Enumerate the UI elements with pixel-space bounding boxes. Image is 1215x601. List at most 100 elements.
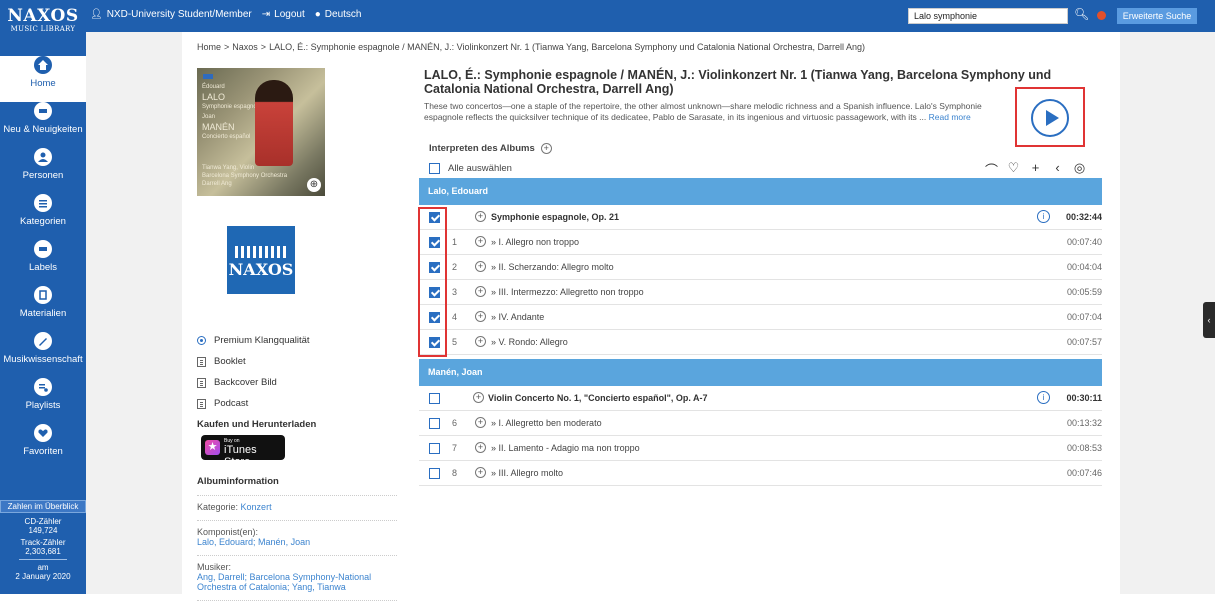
side-panel-toggle[interactable]: ‹ [1203, 302, 1215, 338]
expand-plus-icon[interactable]: + [473, 392, 484, 403]
stats-date-prefix: am [37, 563, 49, 572]
add-icon[interactable]: + [1029, 160, 1042, 179]
expand-plus-icon[interactable]: + [475, 442, 486, 453]
track-checkbox[interactable] [429, 443, 440, 454]
expand-plus-icon[interactable]: + [475, 211, 486, 222]
expand-plus-icon[interactable]: + [475, 236, 486, 247]
naxos-music-library-logo[interactable]: NAXOS MUSIC LIBRARY [0, 0, 86, 48]
expand-plus-icon[interactable]: + [475, 311, 486, 322]
track-row[interactable]: 7 + » II. Lamento - Adagio ma non troppo… [419, 436, 1102, 461]
track-checkbox[interactable] [429, 237, 440, 248]
buy-section-title: Kaufen und Herunterladen [197, 419, 317, 430]
zoom-icon[interactable]: ⊕ [307, 178, 321, 192]
cover-credits: Tianwa Yang, Violin Barcelona Symphony O… [202, 165, 288, 187]
person-icon [34, 148, 52, 166]
notification-badge[interactable] [1097, 11, 1106, 20]
sidebar-item-persons[interactable]: Personen [0, 148, 86, 194]
category-icon [34, 194, 52, 212]
track-row[interactable]: 6 + » I. Allegretto ben moderato 00:13:3… [419, 411, 1102, 436]
work-checkbox[interactable] [429, 393, 440, 404]
work-row[interactable]: + Violin Concerto No. 1, "Concierto espa… [419, 386, 1102, 411]
sidebar-item-musicology[interactable]: Musikwissenschaft [0, 332, 86, 378]
track-checkbox[interactable] [429, 418, 440, 429]
itunes-store-button[interactable]: ★ Buy on iTunes Store [201, 435, 285, 468]
heart-icon[interactable]: ♡ [1007, 160, 1020, 179]
user-label: NXD-University Student/Member [106, 9, 252, 20]
advanced-search-button[interactable]: Erweiterte Suche [1117, 8, 1197, 24]
composer-header[interactable]: Manén, Joan [419, 359, 1102, 386]
category-link[interactable]: Konzert [241, 502, 272, 512]
stats-divider [19, 559, 67, 560]
album-cover[interactable]: Édouard LALO Symphonie espagnole Joan MA… [197, 68, 325, 196]
composer-header[interactable]: Lalo, Edouard [419, 178, 1102, 205]
track-checkbox[interactable] [429, 468, 440, 479]
sidebar-item-categories[interactable]: Kategorien [0, 194, 86, 240]
track-checkbox[interactable] [429, 287, 440, 298]
album-info-category: Kategorie: Konzert [197, 496, 397, 521]
expand-plus-icon[interactable]: + [475, 286, 486, 297]
album-description: These two concertos—one a staple of the … [424, 101, 982, 122]
share-icon[interactable]: ‹ [1051, 160, 1064, 179]
stats-header: Zahlen im Überblick [0, 500, 86, 513]
premium-quality-option[interactable]: Premium Klangqualität [197, 330, 397, 351]
podcast-link[interactable]: Podcast [197, 393, 397, 414]
track-row[interactable]: 8 + » III. Allegro molto 00:07:46 [419, 461, 1102, 486]
select-all-checkbox[interactable] [429, 163, 440, 174]
musicology-icon [34, 332, 52, 350]
breadcrumb-naxos[interactable]: Naxos [232, 42, 258, 52]
new-icon [34, 102, 52, 120]
breadcrumb-home[interactable]: Home [197, 42, 221, 52]
stats-date: 2 January 2020 [15, 572, 71, 581]
sidebar-item-favorites[interactable]: Favoriten [0, 424, 86, 470]
album-title: LALO, É.: Symphonie espagnole / MANÉN, J… [424, 68, 1052, 96]
track-checkbox[interactable] [429, 337, 440, 348]
search-icon[interactable]: 🔍︎ [1074, 7, 1090, 23]
language-selector[interactable]: ● Deutsch [315, 9, 362, 20]
globe-icon: ● [314, 9, 321, 20]
sidebar-item-playlists[interactable]: Playlists [0, 378, 86, 424]
expand-plus-icon[interactable]: + [475, 261, 486, 272]
link-icon[interactable]: ⌒ [985, 160, 998, 179]
track-row[interactable]: 5 + » V. Rondo: Allegro 00:07:57 [419, 330, 1102, 355]
naxos-label-logo[interactable]: NAXOS [227, 226, 295, 294]
track-row[interactable]: 2 + » II. Scherzando: Allegro molto 00:0… [419, 255, 1102, 280]
select-all[interactable]: Alle auswählen [429, 163, 512, 174]
radio-stream-icon[interactable]: ◎ [1073, 160, 1086, 179]
info-icon[interactable]: i [1037, 210, 1050, 223]
top-bar: 👤︎ NXD-University Student/Member ⇥ Logou… [0, 0, 1215, 32]
track-checkbox[interactable] [429, 262, 440, 273]
track-checkbox[interactable] [429, 312, 440, 323]
album-toolbar: ⌒ ♡ + ‹ ◎ [985, 160, 1086, 179]
radio-icon [197, 336, 206, 345]
expand-plus-icon[interactable]: + [475, 417, 486, 428]
work-checkbox[interactable] [429, 212, 440, 223]
sidebar-item-new[interactable]: Neu & Neuigkeiten [0, 102, 86, 148]
backcover-link[interactable]: Backcover Bild [197, 372, 397, 393]
album-performers[interactable]: Interpreten des Albums + [429, 143, 552, 154]
sidebar-item-materials[interactable]: Materialien [0, 286, 86, 332]
expand-plus-icon[interactable]: + [475, 467, 486, 478]
work-row[interactable]: + Symphonie espagnole, Op. 21 i 00:32:44 [419, 205, 1102, 230]
track-row[interactable]: 3 + » III. Intermezzo: Allegretto non tr… [419, 280, 1102, 305]
booklet-link[interactable]: Booklet [197, 351, 397, 372]
expand-plus-icon[interactable]: + [475, 336, 486, 347]
track-row[interactable]: 4 + » IV. Andante 00:07:04 [419, 305, 1102, 330]
logout-link[interactable]: ⇥ Logout [262, 9, 305, 20]
document-icon [197, 377, 206, 388]
musician-links[interactable]: Ang, Darrell; Barcelona Symphony-Nationa… [197, 572, 397, 592]
composer-links[interactable]: Lalo, Edouard; Manén, Joan [197, 537, 397, 547]
expand-plus-icon[interactable]: + [540, 143, 552, 154]
sidebar-item-labels[interactable]: Labels [0, 240, 86, 286]
sidebar-item-home[interactable]: Home [0, 56, 86, 102]
play-icon[interactable] [1031, 99, 1069, 137]
language-label: Deutsch [324, 9, 362, 20]
label-icon [34, 240, 52, 258]
info-icon[interactable]: i [1037, 391, 1050, 404]
user-menu[interactable]: 👤︎ NXD-University Student/Member [90, 9, 252, 20]
search-input[interactable]: Lalo symphonie [908, 8, 1068, 24]
read-more-link[interactable]: Read more [929, 112, 971, 122]
violinist-figure [255, 80, 293, 166]
top-nav: 👤︎ NXD-University Student/Member ⇥ Logou… [90, 9, 361, 20]
track-row[interactable]: 1 + » I. Allegro non troppo 00:07:40 [419, 230, 1102, 255]
sidebar: Home Neu & Neuigkeiten Personen Kategori… [0, 32, 86, 594]
